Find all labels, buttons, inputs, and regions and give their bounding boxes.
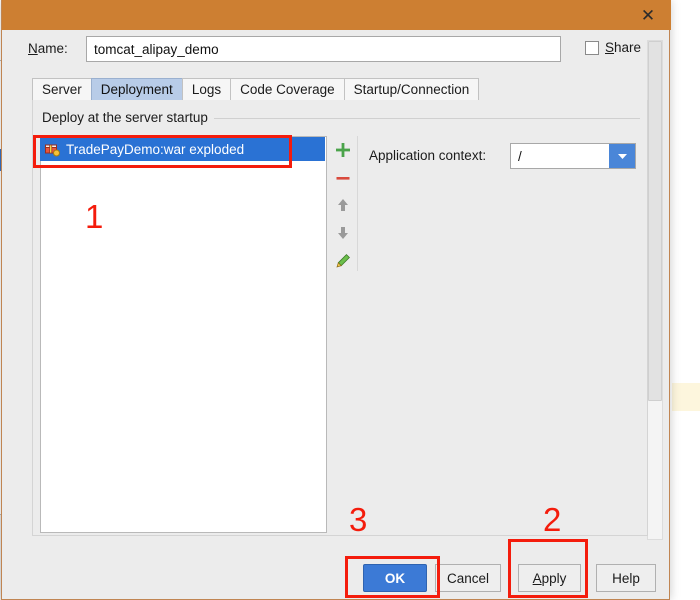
apply-label-rest: pply — [541, 570, 567, 586]
war-artifact-icon — [45, 142, 60, 157]
apply-label-mnemonic: A — [532, 570, 542, 586]
name-label-mnemonic: N — [28, 41, 38, 56]
edit-button[interactable] — [331, 251, 355, 271]
deployment-list[interactable] — [40, 136, 327, 533]
run-configuration-dialog: ✕ Name: Share Server Deployment Logs Cod… — [1, 0, 671, 600]
group-title: Deploy at the server startup — [42, 110, 214, 125]
name-label-rest: ame: — [37, 41, 68, 56]
share-checkbox[interactable] — [585, 40, 599, 55]
name-label: Name: — [28, 41, 68, 56]
tab-code-coverage[interactable]: Code Coverage — [230, 78, 344, 101]
name-row: Name: Share — [2, 34, 671, 66]
move-down-button[interactable] — [331, 223, 355, 243]
application-context-combo[interactable]: / — [510, 143, 636, 169]
cancel-button[interactable]: Cancel — [435, 564, 501, 592]
background-highlight-strip — [672, 383, 700, 411]
group-title-rule — [192, 118, 640, 119]
screenshot-root: ✕ Name: Share Server Deployment Logs Cod… — [0, 0, 700, 600]
share-label-mnemonic: S — [605, 40, 615, 55]
apply-button[interactable]: Apply — [518, 564, 581, 592]
list-item[interactable]: TradePayDemo:war exploded — [40, 137, 325, 161]
list-item-label: TradePayDemo:war exploded — [66, 141, 245, 157]
tab-deployment[interactable]: Deployment — [90, 78, 182, 101]
chevron-down-icon[interactable] — [609, 144, 635, 168]
ok-button[interactable]: OK — [363, 564, 427, 592]
dialog-titlebar: ✕ — [2, 0, 671, 30]
add-button[interactable] — [331, 140, 355, 160]
dialog-scrollbar-thumb[interactable] — [648, 41, 662, 401]
close-icon[interactable]: ✕ — [631, 2, 665, 28]
move-up-button[interactable] — [331, 196, 355, 216]
help-button[interactable]: Help — [596, 564, 656, 592]
name-input[interactable] — [86, 36, 561, 62]
share-label-rest: hare — [614, 40, 642, 55]
tab-server[interactable]: Server — [32, 78, 91, 101]
remove-button[interactable] — [331, 168, 355, 188]
share-checkbox-group[interactable]: Share — [585, 40, 641, 55]
application-context-label: Application context: — [369, 148, 487, 163]
config-tabs: Server Deployment Logs Code Coverage Sta… — [32, 78, 480, 101]
application-context-value[interactable]: / — [511, 149, 609, 164]
tab-logs[interactable]: Logs — [181, 78, 231, 101]
tab-startup-connection[interactable]: Startup/Connection — [343, 78, 480, 101]
share-label: Share — [605, 40, 641, 55]
deployment-list-toolbar — [328, 136, 358, 271]
